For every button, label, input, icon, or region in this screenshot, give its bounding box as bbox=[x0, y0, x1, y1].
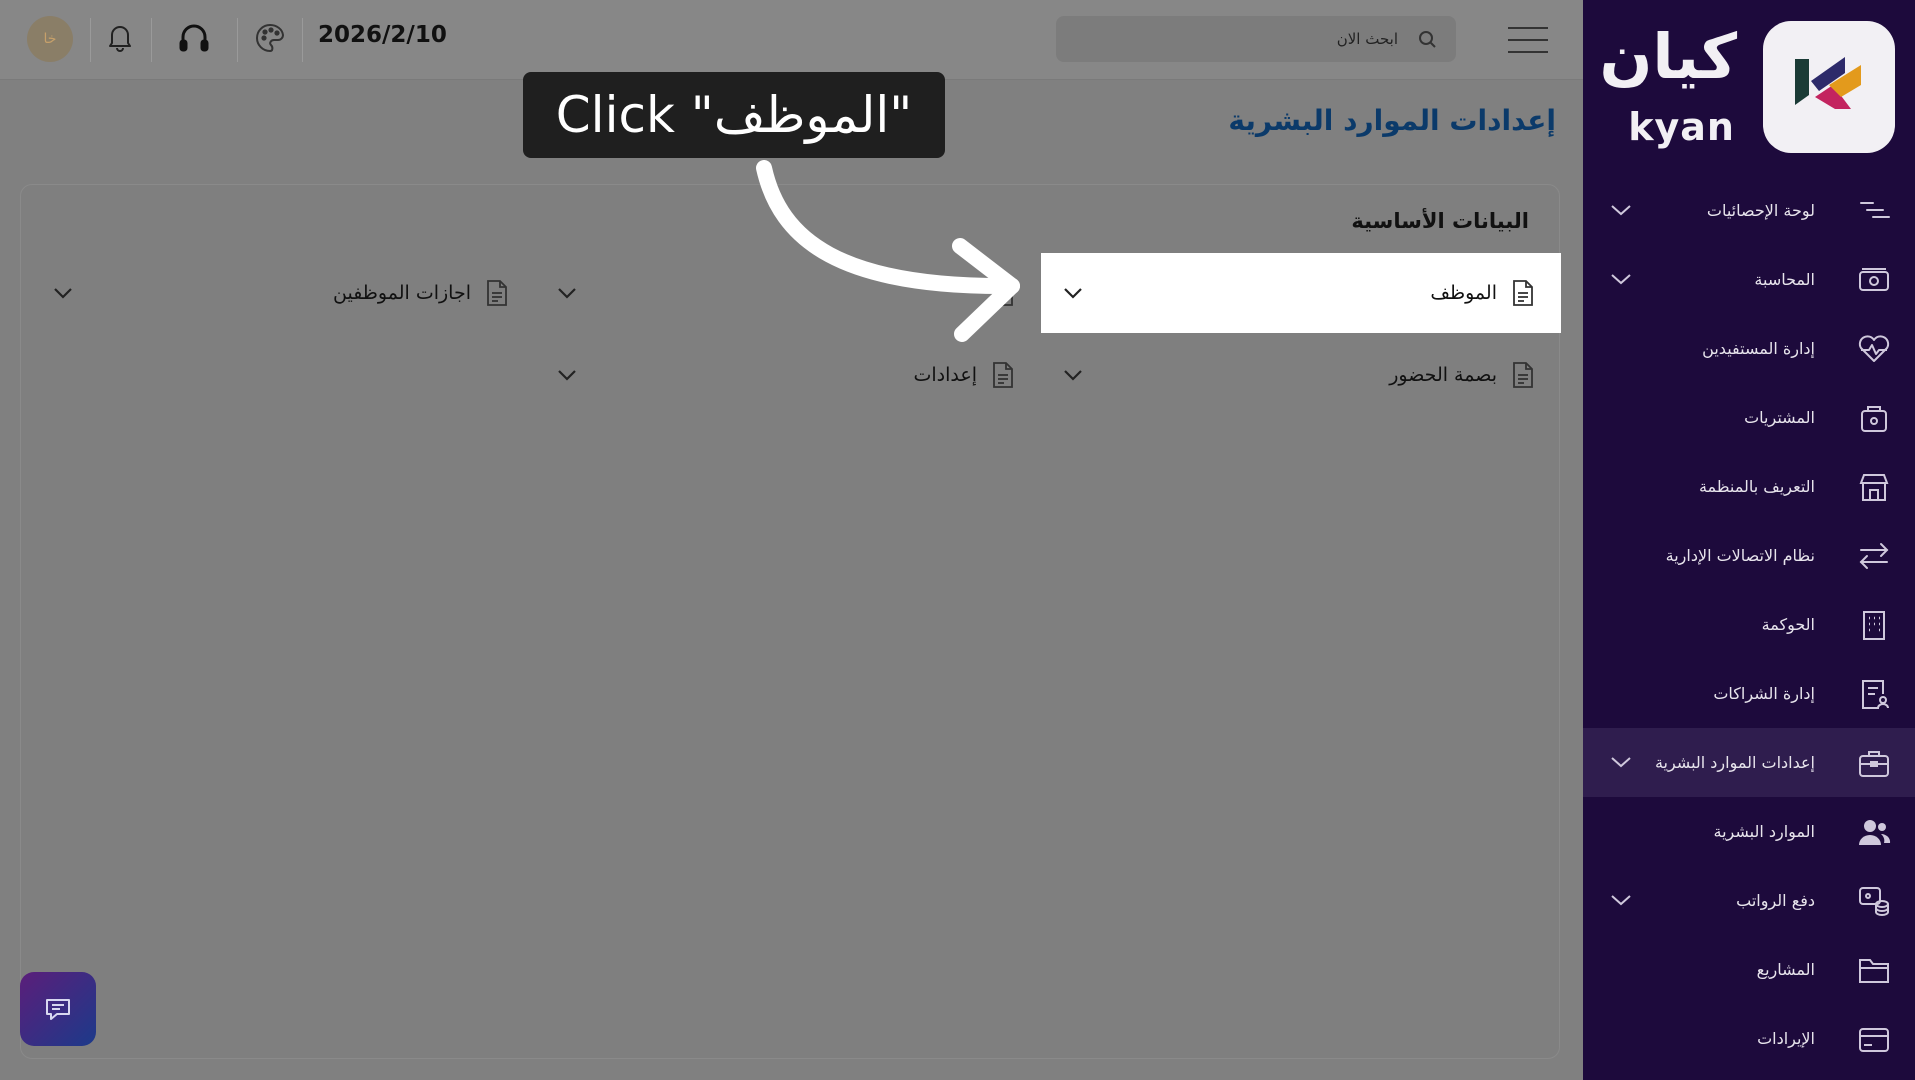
sidebar-item-label: المشاريع bbox=[1756, 960, 1815, 979]
sidebar-item-label: الحوكمة bbox=[1761, 615, 1815, 634]
store-icon bbox=[1859, 474, 1889, 501]
coins-icon bbox=[1859, 887, 1889, 916]
chat-icon bbox=[46, 999, 70, 1020]
menu-item-employee-leaves[interactable]: اجازات الموظفين bbox=[31, 253, 535, 333]
sidebar-item-label: إدارة الشراكات bbox=[1713, 684, 1815, 703]
menu-item-attendance[interactable]: بصمة الحضور bbox=[1041, 335, 1561, 415]
chevron-down-icon[interactable] bbox=[557, 368, 577, 382]
topbar-divider bbox=[237, 18, 238, 62]
sidebar-item-purchases[interactable]: المشتريات bbox=[1583, 383, 1915, 452]
search-icon bbox=[1419, 31, 1436, 48]
document-icon bbox=[1513, 280, 1533, 306]
briefcase-icon bbox=[1859, 751, 1889, 777]
folder-icon bbox=[1859, 959, 1889, 983]
sidebar-item-payroll[interactable]: دفع الرواتب bbox=[1583, 866, 1915, 935]
sidebar-item-hr[interactable]: الموارد البشرية bbox=[1583, 797, 1915, 866]
menu-item-label: إعدادات bbox=[913, 364, 978, 386]
chevron-down-icon[interactable] bbox=[53, 286, 73, 300]
document-icon bbox=[1513, 362, 1533, 388]
document-user-icon bbox=[1862, 680, 1889, 709]
sidebar-item-label: المشتريات bbox=[1744, 408, 1815, 427]
document-icon bbox=[487, 280, 507, 306]
brand-logo[interactable]: كيان kyan bbox=[1585, 16, 1895, 156]
sidebar-item-accounting[interactable]: المحاسبة bbox=[1583, 245, 1915, 314]
building-icon bbox=[1863, 611, 1885, 640]
sidebar-item-beneficiaries[interactable]: إدارة المستفيدين bbox=[1583, 314, 1915, 383]
menu-item-employee[interactable]: الموظف bbox=[1041, 253, 1561, 333]
chevron-down-icon bbox=[1611, 205, 1631, 216]
sidebar-item-label: لوحة الإحصائيات bbox=[1706, 201, 1815, 220]
chat-button[interactable] bbox=[20, 972, 96, 1046]
chevron-down-icon[interactable] bbox=[557, 286, 577, 300]
chevron-down-icon bbox=[1611, 757, 1631, 768]
cash-icon bbox=[1859, 268, 1889, 291]
instruction-tooltip: Click "الموظف" bbox=[523, 72, 945, 158]
document-icon bbox=[993, 362, 1013, 388]
brand-name-english: kyan bbox=[1628, 105, 1735, 149]
sidebar-item-organization[interactable]: التعريف بالمنظمة bbox=[1583, 452, 1915, 521]
topbar: 2026/2/10 خا bbox=[0, 0, 1583, 80]
menu-item-label: اجازات الموظفين bbox=[333, 282, 471, 304]
kyan-logo-icon bbox=[1795, 57, 1861, 109]
sidebar-item-label: إدارة المستفيدين bbox=[1702, 339, 1815, 358]
sidebar-item-projects[interactable]: المشاريع bbox=[1583, 935, 1915, 1004]
sidebar-item-label: نظام الاتصالات الإدارية bbox=[1665, 546, 1815, 565]
sidebar-item-hr-settings[interactable]: إعدادات الموارد البشرية bbox=[1583, 728, 1915, 797]
sidebar-item-statistics[interactable]: لوحة الإحصائيات bbox=[1583, 176, 1915, 245]
page-title: إعدادات الموارد البشرية bbox=[1228, 104, 1556, 137]
sidebar-item-label: إعدادات الموارد البشرية bbox=[1654, 753, 1815, 772]
sidebar-item-governance[interactable]: الحوكمة bbox=[1583, 590, 1915, 659]
brand-name-arabic: كيان bbox=[1599, 20, 1737, 93]
chevron-down-icon[interactable] bbox=[1063, 368, 1083, 382]
sidebar-item-label: المحاسبة bbox=[1754, 270, 1815, 289]
topbar-divider bbox=[302, 18, 303, 62]
topbar-divider bbox=[90, 18, 91, 62]
sidebar: كيان kyan لوحة الإحصائيات المحاسبة إدارة… bbox=[1583, 0, 1915, 1080]
sidebar-item-communications[interactable]: نظام الاتصالات الإدارية bbox=[1583, 521, 1915, 590]
search-input[interactable] bbox=[1098, 26, 1398, 52]
section-title: البيانات الأساسية bbox=[1351, 209, 1529, 233]
avatar[interactable]: خا bbox=[27, 16, 73, 62]
chevron-down-icon[interactable] bbox=[1063, 286, 1083, 300]
bag-icon bbox=[1861, 406, 1887, 432]
chevron-down-icon bbox=[1611, 274, 1631, 285]
sidebar-item-revenues[interactable]: الإيرادات bbox=[1583, 1004, 1915, 1073]
curved-arrow-icon bbox=[756, 160, 1020, 342]
arrows-exchange-icon bbox=[1859, 543, 1889, 569]
menu-icon[interactable] bbox=[1508, 26, 1548, 54]
sidebar-item-partnerships[interactable]: إدارة الشراكات bbox=[1583, 659, 1915, 728]
bell-icon[interactable] bbox=[106, 22, 134, 52]
chevron-down-icon bbox=[1611, 895, 1631, 906]
current-date: 2026/2/10 bbox=[318, 22, 447, 48]
topbar-divider bbox=[151, 18, 152, 62]
sidebar-nav: لوحة الإحصائيات المحاسبة إدارة المستفيدي… bbox=[1583, 176, 1915, 1073]
sidebar-item-label: دفع الرواتب bbox=[1736, 891, 1815, 910]
users-icon bbox=[1859, 820, 1891, 845]
search-box[interactable] bbox=[1056, 16, 1456, 62]
menu-item-label: بصمة الحضور bbox=[1389, 364, 1497, 386]
menu-item-label: الموظف bbox=[1430, 282, 1497, 304]
card-icon bbox=[1859, 1028, 1889, 1052]
brand-logo-mark bbox=[1763, 21, 1895, 153]
headset-icon[interactable] bbox=[178, 22, 210, 54]
heart-pulse-icon bbox=[1858, 335, 1890, 362]
palette-icon[interactable] bbox=[254, 22, 286, 54]
sidebar-item-label: الإيرادات bbox=[1757, 1029, 1815, 1048]
sidebar-item-label: الموارد البشرية bbox=[1713, 822, 1816, 841]
sidebar-item-label: التعريف بالمنظمة bbox=[1698, 477, 1815, 496]
stats-icon bbox=[1860, 202, 1890, 218]
